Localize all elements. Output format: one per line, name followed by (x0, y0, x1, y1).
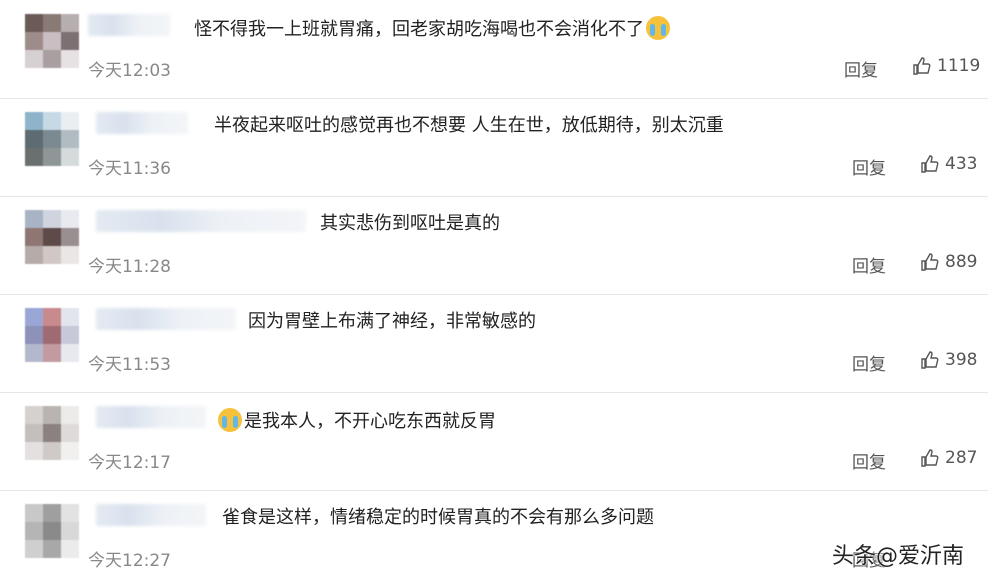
avatar[interactable] (25, 308, 79, 362)
reply-button[interactable]: 回复 (844, 56, 878, 81)
username-redacted (96, 504, 206, 526)
thumbs-up-icon (921, 449, 939, 467)
avatar[interactable] (25, 14, 79, 68)
comment-text: 雀食是这样，情绪稳定的时候胃真的不会有那么多问题 (222, 507, 654, 528)
username-redacted (88, 14, 170, 36)
username-redacted (96, 308, 236, 330)
like-count: 1119 (937, 56, 981, 76)
comment-item: 怪不得我一上班就胃痛，回老家胡吃海喝也不会消化不了 今天12:03 回复 111… (0, 0, 988, 99)
like-count: 398 (945, 350, 978, 370)
thumbs-up-icon (921, 253, 939, 271)
avatar[interactable] (25, 210, 79, 264)
avatar[interactable] (25, 112, 79, 166)
username-redacted (96, 210, 306, 232)
comment-text: 是我本人，不开心吃东西就反胃 (216, 408, 496, 434)
crying-face-icon (646, 16, 670, 40)
like-count: 287 (945, 448, 978, 468)
like-button[interactable]: 433 (920, 154, 977, 174)
avatar[interactable] (25, 504, 79, 558)
thumbs-up-icon (913, 57, 931, 75)
reply-button[interactable]: 回复 (852, 154, 886, 179)
like-count: 433 (945, 154, 978, 174)
like-button[interactable]: 889 (920, 252, 977, 272)
comment-text: 半夜起来呕吐的感觉再也不想要 人生在世，放低期待，别太沉重 (214, 115, 724, 136)
username-redacted (96, 406, 206, 428)
comment-time: 今天11:53 (88, 355, 171, 375)
crying-face-icon (218, 408, 242, 432)
comment-item: 因为胃壁上布满了神经，非常敏感的 今天11:53 回复 398 (0, 294, 988, 393)
reply-button[interactable]: 回复 (852, 252, 886, 277)
comment-item: 其实悲伤到呕吐是真的 今天11:28 回复 889 (0, 196, 988, 295)
comment-time: 今天12:17 (88, 453, 171, 473)
comment-text: 其实悲伤到呕吐是真的 (320, 213, 500, 234)
comment-time: 今天11:36 (88, 159, 171, 179)
like-count: 889 (945, 252, 978, 272)
avatar[interactable] (25, 406, 79, 460)
thumbs-up-icon (921, 351, 939, 369)
comment-time: 今天11:28 (88, 257, 171, 277)
like-button[interactable]: 287 (920, 448, 977, 468)
reply-button[interactable]: 回复 (852, 448, 886, 473)
comment-item: 是我本人，不开心吃东西就反胃 今天12:17 回复 287 (0, 392, 988, 491)
comment-time: 今天12:27 (88, 551, 171, 571)
like-button[interactable]: 398 (920, 350, 977, 370)
comment-text: 因为胃壁上布满了神经，非常敏感的 (248, 311, 536, 332)
reply-button[interactable]: 回复 (852, 350, 886, 375)
comment-text: 怪不得我一上班就胃痛，回老家胡吃海喝也不会消化不了 (194, 16, 672, 42)
like-button[interactable]: 1119 (912, 56, 980, 76)
watermark: 头条@爱沂南 (832, 544, 965, 569)
comment-time: 今天12:03 (88, 61, 171, 81)
username-redacted (96, 112, 188, 134)
thumbs-up-icon (921, 155, 939, 173)
comment-item: 半夜起来呕吐的感觉再也不想要 人生在世，放低期待，别太沉重 今天11:36 回复… (0, 98, 988, 197)
